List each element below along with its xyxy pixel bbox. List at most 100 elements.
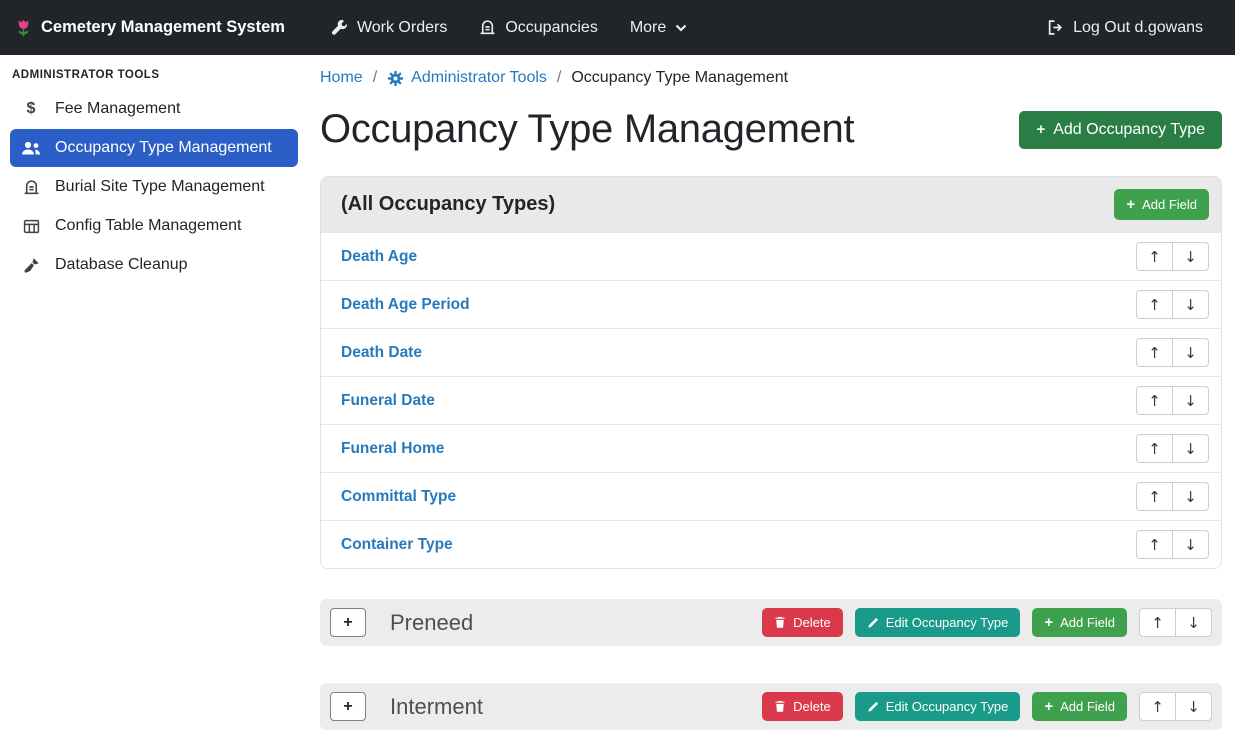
top-navbar: Cemetery Management System Work Orders O…: [0, 0, 1235, 55]
reorder-button-group: ↑ ↓: [1136, 242, 1209, 271]
move-up-button[interactable]: ↑: [1136, 290, 1173, 319]
arrow-down-icon: ↓: [1184, 392, 1197, 410]
card-title: (All Occupancy Types): [341, 193, 555, 216]
move-up-button[interactable]: ↑: [1136, 482, 1173, 511]
sidebar-item-fee-management[interactable]: $ Fee Management: [10, 90, 298, 128]
edit-occupancy-type-button[interactable]: Edit Occupancy Type: [855, 608, 1021, 637]
field-row: Death Age Period ↑ ↓: [321, 280, 1221, 328]
field-link[interactable]: Death Age: [341, 248, 417, 266]
add-field-button[interactable]: + Add Field: [1032, 608, 1127, 637]
move-down-button[interactable]: ↓: [1172, 386, 1209, 415]
arrow-down-icon: ↓: [1184, 536, 1197, 554]
work-orders-icon: [331, 19, 348, 36]
edit-occupancy-type-button[interactable]: Edit Occupancy Type: [855, 692, 1021, 721]
field-link[interactable]: Death Date: [341, 344, 422, 362]
add-occupancy-type-label: Add Occupancy Type: [1053, 121, 1205, 139]
reorder-button-group: ↑ ↓: [1136, 482, 1209, 511]
breadcrumb-current: Occupancy Type Management: [571, 69, 788, 87]
dollar-icon: $: [20, 100, 42, 118]
sidebar-item-label: Config Table Management: [55, 217, 242, 235]
arrow-up-icon: ↑: [1151, 614, 1164, 632]
add-field-button[interactable]: + Add Field: [1032, 692, 1127, 721]
arrow-down-icon: ↓: [1184, 488, 1197, 506]
title-row: Occupancy Type Management + Add Occupanc…: [320, 107, 1222, 152]
move-up-button[interactable]: ↑: [1139, 692, 1176, 721]
nav-label: More: [630, 19, 666, 37]
main-content: Home / Administrator Tools / Occupancy T…: [308, 55, 1235, 738]
field-row: Container Type ↑ ↓: [321, 520, 1221, 568]
users-icon: [20, 141, 42, 156]
nav-label: Occupancies: [505, 19, 598, 37]
move-up-button[interactable]: ↑: [1136, 530, 1173, 559]
move-down-button[interactable]: ↓: [1172, 482, 1209, 511]
move-up-button[interactable]: ↑: [1139, 608, 1176, 637]
move-down-button[interactable]: ↓: [1175, 608, 1212, 637]
expand-button[interactable]: +: [330, 692, 366, 721]
field-link[interactable]: Container Type: [341, 536, 453, 554]
occupancy-type-section: + Preneed Delete Edit Occupancy Type + A…: [320, 599, 1222, 646]
breadcrumb-administrator-tools[interactable]: Administrator Tools: [387, 69, 547, 87]
logout-button[interactable]: Log Out d.gowans: [1031, 0, 1219, 55]
move-up-button[interactable]: ↑: [1136, 242, 1173, 271]
add-field-button[interactable]: + Add Field: [1114, 189, 1209, 220]
add-field-label: Add Field: [1142, 197, 1197, 212]
nav-more[interactable]: More: [614, 0, 703, 55]
add-field-label: Add Field: [1060, 615, 1115, 630]
arrow-down-icon: ↓: [1187, 614, 1200, 632]
reorder-button-group: ↑ ↓: [1139, 692, 1212, 721]
arrow-down-icon: ↓: [1184, 248, 1197, 266]
field-link[interactable]: Funeral Home: [341, 440, 444, 458]
occupancy-type-sections: + Preneed Delete Edit Occupancy Type + A…: [320, 599, 1222, 730]
breadcrumb-home[interactable]: Home: [320, 69, 363, 87]
move-up-button[interactable]: ↑: [1136, 386, 1173, 415]
sidebar-heading: Administrator Tools: [0, 55, 308, 89]
arrow-up-icon: ↑: [1148, 536, 1161, 554]
move-up-button[interactable]: ↑: [1136, 338, 1173, 367]
arrow-up-icon: ↑: [1148, 296, 1161, 314]
reorder-button-group: ↑ ↓: [1139, 608, 1212, 637]
breadcrumb-label: Administrator Tools: [411, 69, 547, 87]
section-title: Interment: [390, 694, 483, 720]
move-down-button[interactable]: ↓: [1172, 242, 1209, 271]
move-down-button[interactable]: ↓: [1172, 434, 1209, 463]
sidebar-item-burial-site-type-management[interactable]: Burial Site Type Management: [10, 168, 298, 206]
reorder-button-group: ↑ ↓: [1136, 386, 1209, 415]
pencil-icon: [867, 701, 879, 713]
field-link[interactable]: Committal Type: [341, 488, 456, 506]
reorder-button-group: ↑ ↓: [1136, 530, 1209, 559]
move-down-button[interactable]: ↓: [1172, 290, 1209, 319]
sidebar-item-config-table-management[interactable]: Config Table Management: [10, 207, 298, 245]
plus-icon: +: [1036, 122, 1045, 137]
pencil-icon: [867, 617, 879, 629]
plus-icon: +: [343, 614, 352, 632]
field-link[interactable]: Death Age Period: [341, 296, 470, 314]
tombstone-icon: [479, 19, 496, 36]
move-down-button[interactable]: ↓: [1172, 338, 1209, 367]
delete-button[interactable]: Delete: [762, 608, 843, 637]
gear-icon: [387, 70, 404, 87]
expand-button[interactable]: +: [330, 608, 366, 637]
delete-button[interactable]: Delete: [762, 692, 843, 721]
plus-icon: +: [1126, 197, 1135, 212]
chevron-down-icon: [675, 24, 687, 32]
sidebar-item-label: Occupancy Type Management: [55, 139, 272, 157]
breadcrumb-separator: /: [373, 69, 377, 87]
move-up-button[interactable]: ↑: [1136, 434, 1173, 463]
arrow-up-icon: ↑: [1151, 698, 1164, 716]
move-down-button[interactable]: ↓: [1172, 530, 1209, 559]
occupancy-type-section: + Interment Delete Edit Occupancy Type +…: [320, 683, 1222, 730]
sidebar-item-occupancy-type-management[interactable]: Occupancy Type Management: [10, 129, 298, 167]
nav-occupancies[interactable]: Occupancies: [463, 0, 614, 55]
trash-icon: [774, 700, 786, 713]
field-row: Committal Type ↑ ↓: [321, 472, 1221, 520]
move-down-button[interactable]: ↓: [1175, 692, 1212, 721]
sidebar-item-label: Fee Management: [55, 100, 180, 118]
arrow-down-icon: ↓: [1184, 344, 1197, 362]
field-link[interactable]: Funeral Date: [341, 392, 435, 410]
add-occupancy-type-button[interactable]: + Add Occupancy Type: [1019, 111, 1222, 149]
nav-work-orders[interactable]: Work Orders: [315, 0, 463, 55]
app-brand[interactable]: Cemetery Management System: [16, 18, 285, 38]
delete-label: Delete: [793, 615, 831, 630]
arrow-up-icon: ↑: [1148, 440, 1161, 458]
sidebar-item-database-cleanup[interactable]: Database Cleanup: [10, 246, 298, 284]
